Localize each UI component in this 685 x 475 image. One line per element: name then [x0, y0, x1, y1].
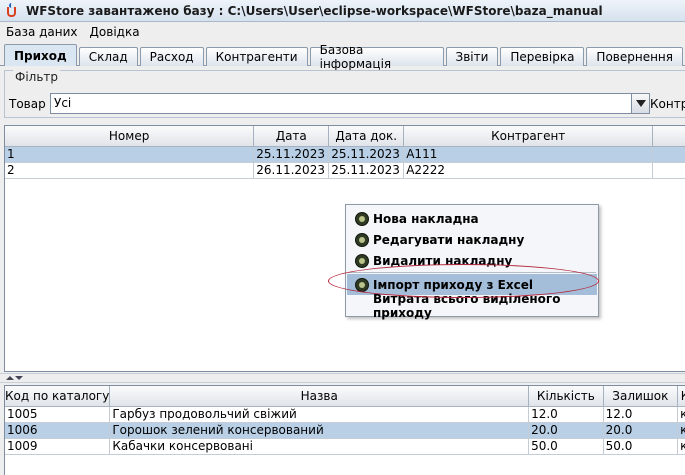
- tab-counterparties[interactable]: Контрагенти: [205, 47, 308, 66]
- tab-check[interactable]: Перевірка: [500, 47, 585, 66]
- invoice-items-table[interactable]: Код по каталогу Назва Кількість Залишок …: [4, 385, 685, 475]
- cell-number: 2: [5, 162, 255, 179]
- cell-counterparty: A111: [403, 146, 654, 163]
- menu-item-label: Нова накладна: [373, 211, 479, 226]
- menu-item-edit-invoice[interactable]: Редагувати накладну: [347, 229, 597, 250]
- cell-date: 25.11.2023: [253, 146, 330, 163]
- table-row[interactable]: 1006 Горошок зелений консервований 20.0 …: [5, 422, 685, 439]
- column-header-code[interactable]: Код по каталогу: [5, 386, 111, 407]
- menu-item-label: Витрата всього виділеного приходу: [373, 291, 561, 320]
- context-menu: Нова накладна Редагувати накладну Видали…: [345, 204, 599, 320]
- table-row[interactable]: 1009 Кабачки консервовані 50.0 50.0 к: [5, 438, 685, 455]
- cell-doc-date: 25.11.2023: [328, 162, 405, 179]
- delete-invoice-icon: [355, 253, 369, 268]
- column-header-extra[interactable]: К: [677, 386, 685, 407]
- product-label: Товар :: [9, 97, 54, 111]
- cell-extra: к: [677, 406, 685, 423]
- cell-code: 1006: [5, 422, 111, 439]
- tab-returns[interactable]: Повернення: [586, 47, 683, 66]
- cell-name: Горошок зелений консервований: [109, 422, 530, 439]
- menu-item-spend-selected[interactable]: Витрата всього виділеного приходу: [347, 292, 597, 320]
- cell-code: 1009: [5, 438, 111, 455]
- table-row[interactable]: 2 26.11.2023 25.11.2023 A2222: [5, 162, 685, 179]
- column-header-number[interactable]: Номер: [5, 126, 255, 147]
- cell-remainder: 50.0: [603, 438, 679, 455]
- product-combobox-value: Усі: [54, 96, 72, 110]
- menu-help[interactable]: Довідка: [84, 25, 146, 39]
- menu-database[interactable]: База даних: [0, 25, 84, 39]
- cell-name: Кабачки консервовані: [109, 438, 530, 455]
- cell-quantity: 12.0: [528, 406, 604, 423]
- cell-name: Гарбуз продовольчий свіжий: [109, 406, 530, 423]
- product-combobox[interactable]: Усі: [50, 93, 650, 114]
- cell-extra: [652, 146, 685, 163]
- import-excel-icon: [355, 277, 369, 292]
- table-row[interactable]: 1 25.11.2023 25.11.2023 A111: [5, 146, 685, 163]
- cell-remainder: 20.0: [603, 422, 679, 439]
- tab-expense[interactable]: Расход: [139, 47, 204, 66]
- menu-bar: База даних Довідка: [0, 22, 685, 42]
- arrow-up-icon[interactable]: [6, 376, 14, 380]
- table-row[interactable]: 1005 Гарбуз продовольчий свіжий 12.0 12.…: [5, 406, 685, 423]
- filter-title: Фільтр: [13, 70, 61, 84]
- cell-counterparty: A2222: [403, 162, 654, 179]
- arrow-down-icon[interactable]: [15, 376, 23, 380]
- edit-invoice-icon: [355, 232, 369, 247]
- cell-extra: к: [677, 438, 685, 455]
- cell-date: 26.11.2023: [253, 162, 330, 179]
- combobox-dropdown-button[interactable]: [631, 94, 649, 113]
- column-header-name[interactable]: Назва: [109, 386, 530, 407]
- cell-extra: [652, 162, 685, 179]
- cell-quantity: 50.0: [528, 438, 604, 455]
- menu-item-delete-invoice[interactable]: Видалити накладну: [347, 250, 597, 271]
- column-header-extra[interactable]: [652, 126, 685, 147]
- cell-extra: к: [677, 422, 685, 439]
- filter-panel: Фільтр Товар : Усі Контра: [4, 70, 685, 118]
- cell-code: 1005: [5, 406, 111, 423]
- tab-reports[interactable]: Звіти: [445, 47, 499, 66]
- cell-doc-date: 25.11.2023: [328, 146, 405, 163]
- tab-strip: Приход Склад Расход Контрагенти Базова і…: [4, 43, 685, 71]
- window-title: WFStore завантажено базу : C:\Users\User…: [26, 3, 603, 18]
- menu-item-label: Редагувати накладну: [373, 232, 525, 247]
- new-invoice-icon: [355, 211, 369, 226]
- title-bar: WFStore завантажено базу : C:\Users\User…: [0, 0, 685, 22]
- cell-quantity: 20.0: [528, 422, 604, 439]
- column-header-doc-date[interactable]: Дата док.: [328, 126, 405, 147]
- menu-item-new-invoice[interactable]: Нова накладна: [347, 208, 597, 229]
- split-pane-divider[interactable]: [0, 373, 685, 383]
- column-header-counterparty[interactable]: Контрагент: [403, 126, 654, 147]
- menu-item-label: Видалити накладну: [373, 253, 513, 268]
- column-header-quantity[interactable]: Кількість: [528, 386, 604, 407]
- chevron-down-icon: [635, 100, 646, 107]
- counterparty-label: Контра: [650, 97, 685, 111]
- menu-separator: [348, 272, 596, 273]
- cell-remainder: 12.0: [603, 406, 679, 423]
- column-header-remainder[interactable]: Залишок: [603, 386, 679, 407]
- java-cup-icon: [4, 2, 20, 19]
- tab-income[interactable]: Приход: [4, 44, 77, 66]
- tab-base-info[interactable]: Базова інформація: [309, 43, 444, 71]
- tab-stock[interactable]: Склад: [78, 47, 138, 66]
- menu-item-label: Імпорт приходу з Excel: [373, 277, 533, 292]
- column-header-date[interactable]: Дата: [253, 126, 330, 147]
- cell-number: 1: [5, 146, 255, 163]
